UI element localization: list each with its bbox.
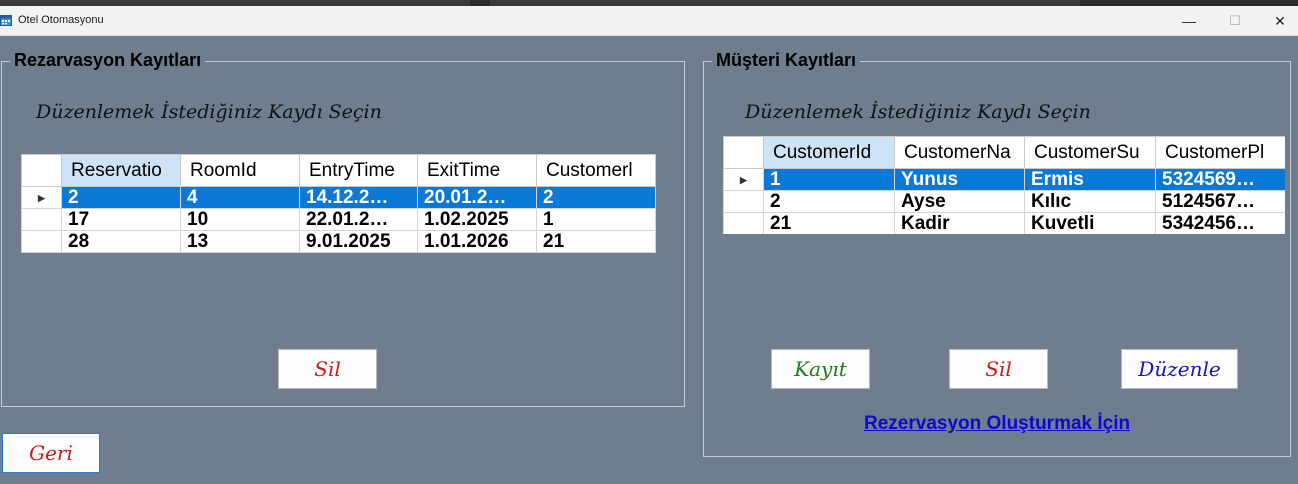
table-cell[interactable]: 1.02.2025 (417, 208, 537, 231)
table-cell[interactable]: 10 (180, 208, 300, 231)
calendar-icon (0, 15, 12, 26)
close-button[interactable]: ✕ (1257, 6, 1298, 36)
row-header[interactable] (723, 190, 764, 213)
column-header[interactable]: Customerl (536, 154, 656, 187)
back-button[interactable]: Geri (2, 433, 100, 473)
table-row[interactable]: ▶ 2 4 14.12.2… 20.01.2… 2 (21, 186, 656, 209)
table-row[interactable]: 28 13 9.01.2025 1.01.2026 21 (21, 230, 656, 253)
row-indicator-icon: ▶ (21, 186, 62, 209)
edit-customer-button[interactable]: Düzenle (1121, 349, 1238, 389)
table-cell[interactable]: Ayse (894, 190, 1025, 213)
table-cell[interactable]: 13 (180, 230, 300, 253)
table-cell[interactable]: Ermis (1024, 168, 1156, 191)
table-row[interactable]: 21 Kadir Kuvetli 5342456… (723, 212, 1285, 234)
column-header[interactable]: RoomId (180, 154, 300, 187)
table-cell[interactable]: 1.01.2026 (417, 230, 537, 253)
table-cell[interactable]: 9.01.2025 (299, 230, 418, 253)
column-header[interactable]: Reservatio (61, 154, 181, 187)
table-row[interactable]: 17 10 22.01.2… 1.02.2025 1 (21, 208, 656, 231)
maximize-button[interactable]: ☐ (1212, 6, 1258, 36)
customers-group-title: Müşteri Kayıtları (712, 50, 861, 71)
table-cell[interactable]: 2 (536, 186, 656, 209)
reservations-hint: Düzenlemek İstediğiniz Kaydı Seçin (36, 101, 382, 123)
create-reservation-link[interactable]: Rezervasyon Oluşturmak İçin (864, 413, 1130, 435)
table-cell[interactable]: Kılıc (1024, 190, 1156, 213)
grid-corner (21, 154, 62, 187)
reservations-group-title: Rezarvasyon Kayıtları (10, 50, 206, 71)
window-title: Otel Otomasyonu (18, 14, 104, 26)
column-header[interactable]: CustomerSu (1024, 136, 1156, 169)
table-cell[interactable]: 28 (61, 230, 181, 253)
table-cell[interactable]: Kadir (894, 212, 1025, 234)
table-cell[interactable]: 22.01.2… (299, 208, 418, 231)
column-header[interactable]: ExitTime (417, 154, 537, 187)
title-bar: Otel Otomasyonu — ☐ ✕ (0, 6, 1298, 36)
table-cell[interactable]: 2 (61, 186, 181, 209)
table-cell[interactable]: Kuvetli (1024, 212, 1156, 234)
table-row[interactable]: 2 Ayse Kılıc 5124567… (723, 190, 1285, 213)
table-cell[interactable]: 2 (763, 190, 895, 213)
table-cell[interactable]: 21 (536, 230, 656, 253)
delete-reservation-button[interactable]: Sil (278, 349, 377, 389)
row-header[interactable] (723, 212, 764, 234)
reservations-grid[interactable]: Reservatio RoomId EntryTime ExitTime Cus… (21, 154, 656, 253)
row-indicator-icon: ▶ (723, 168, 764, 191)
column-header[interactable]: CustomerId (763, 136, 895, 169)
table-cell[interactable]: 17 (61, 208, 181, 231)
table-row[interactable]: ▶ 1 Yunus Ermis 5324569… (723, 168, 1285, 191)
customers-hint: Düzenlemek İstediğiniz Kaydı Seçin (745, 101, 1091, 123)
table-cell[interactable]: 5342456… (1155, 212, 1285, 234)
column-header[interactable]: CustomerPl (1155, 136, 1285, 169)
delete-customer-button[interactable]: Sil (949, 349, 1048, 389)
table-cell[interactable]: 5124567… (1155, 190, 1285, 213)
minimize-button[interactable]: — (1166, 6, 1212, 36)
table-cell[interactable]: Yunus (894, 168, 1025, 191)
table-cell[interactable]: 1 (536, 208, 656, 231)
table-cell[interactable]: 20.01.2… (417, 186, 537, 209)
table-cell[interactable]: 14.12.2… (299, 186, 418, 209)
table-cell[interactable]: 4 (180, 186, 300, 209)
column-header[interactable]: CustomerNa (894, 136, 1025, 169)
column-header[interactable]: EntryTime (299, 154, 418, 187)
table-cell[interactable]: 21 (763, 212, 895, 234)
row-header[interactable] (21, 208, 62, 231)
save-customer-button[interactable]: Kayıt (771, 349, 870, 389)
grid-corner (723, 136, 764, 169)
table-cell[interactable]: 5324569… (1155, 168, 1285, 191)
table-cell[interactable]: 1 (763, 168, 895, 191)
row-header[interactable] (21, 230, 62, 253)
customers-grid[interactable]: CustomerId CustomerNa CustomerSu Custome… (723, 136, 1285, 234)
